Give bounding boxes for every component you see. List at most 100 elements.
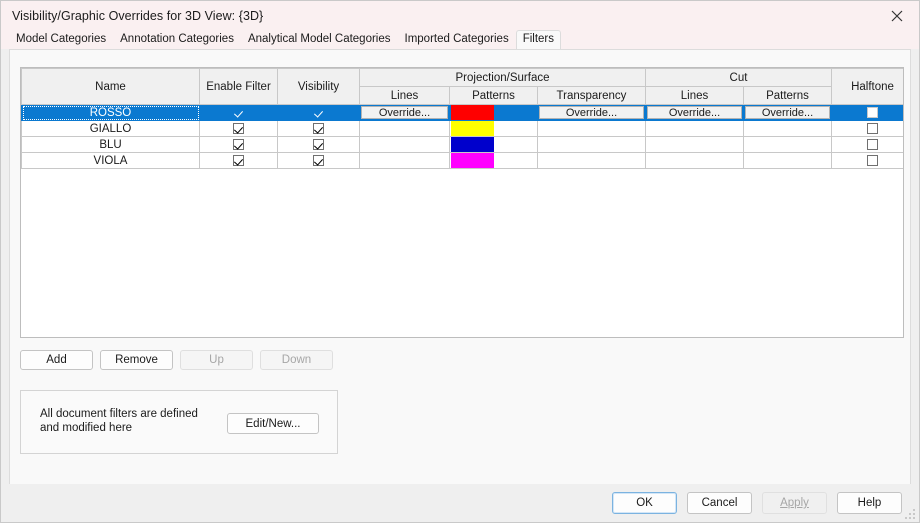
table-body: ROSSO Override... Override... Override... Ov… bbox=[21, 104, 903, 169]
tab-filters[interactable]: Filters bbox=[515, 30, 562, 49]
projection-lines-cell[interactable] bbox=[359, 136, 450, 153]
col-header-projection-transparency[interactable]: Transparency bbox=[537, 86, 646, 105]
projection-transparency-cell[interactable] bbox=[537, 152, 646, 169]
table-row[interactable]: GIALLO bbox=[21, 120, 903, 137]
projection-lines-override-button[interactable]: Override... bbox=[361, 106, 448, 119]
col-header-projection-patterns[interactable]: Patterns bbox=[449, 86, 538, 105]
ok-button[interactable]: OK bbox=[612, 492, 677, 514]
enable-filter-cell[interactable] bbox=[199, 152, 278, 169]
down-button[interactable]: Down bbox=[260, 350, 333, 370]
tab-annotation-categories[interactable]: Annotation Categories bbox=[113, 30, 241, 49]
projection-transparency-cell[interactable]: Override... bbox=[537, 104, 646, 121]
projection-transparency-override-button[interactable]: Override... bbox=[539, 106, 644, 119]
halftone-cell[interactable] bbox=[831, 120, 903, 137]
filters-table-container: Name Enable Filter Visibility Projection… bbox=[20, 67, 904, 338]
col-header-cut-lines[interactable]: Lines bbox=[645, 86, 744, 105]
col-header-projection-lines[interactable]: Lines bbox=[359, 86, 450, 105]
col-header-halftone[interactable]: Halftone bbox=[831, 68, 903, 105]
enable-filter-checkbox[interactable] bbox=[233, 154, 244, 166]
table-row[interactable]: ROSSO Override... Override... Override... Ov… bbox=[21, 104, 903, 121]
halftone-checkbox[interactable] bbox=[867, 154, 878, 166]
halftone-checkbox[interactable] bbox=[867, 122, 878, 134]
projection-transparency-cell[interactable] bbox=[537, 120, 646, 137]
dialog-footer: OK Cancel Apply Help bbox=[1, 484, 919, 522]
tab-strip: Model Categories Annotation Categories A… bbox=[1, 30, 919, 49]
projection-lines-cell[interactable]: Override... bbox=[359, 104, 450, 121]
cut-patterns-cell[interactable]: Override... bbox=[743, 104, 832, 121]
halftone-checkbox[interactable] bbox=[867, 106, 878, 118]
tab-imported-categories[interactable]: Imported Categories bbox=[398, 30, 516, 49]
up-button[interactable]: Up bbox=[180, 350, 253, 370]
projection-patterns-cell[interactable] bbox=[449, 120, 538, 137]
visibility-cell[interactable] bbox=[277, 152, 360, 169]
close-icon[interactable] bbox=[875, 1, 919, 30]
tab-model-categories[interactable]: Model Categories bbox=[9, 30, 113, 49]
document-filters-info-text: All document filters are defined and mod… bbox=[40, 408, 198, 434]
filter-list-actions: Add Remove Up Down bbox=[20, 350, 333, 370]
visibility-cell[interactable] bbox=[277, 136, 360, 153]
filters-panel: Name Enable Filter Visibility Projection… bbox=[9, 49, 911, 484]
cancel-button[interactable]: Cancel bbox=[687, 492, 752, 514]
cut-patterns-override-button[interactable]: Override... bbox=[745, 106, 830, 119]
apply-button[interactable]: Apply bbox=[762, 492, 827, 514]
table-row[interactable]: VIOLA bbox=[21, 152, 903, 169]
projection-pattern-color-swatch[interactable] bbox=[451, 153, 494, 168]
halftone-checkbox[interactable] bbox=[867, 138, 878, 150]
projection-pattern-color-swatch[interactable] bbox=[451, 105, 494, 120]
col-header-enable-filter[interactable]: Enable Filter bbox=[199, 68, 278, 105]
projection-patterns-cell[interactable] bbox=[449, 104, 538, 121]
projection-pattern-color-swatch[interactable] bbox=[451, 121, 494, 136]
projection-lines-cell[interactable] bbox=[359, 152, 450, 169]
filter-name-cell[interactable]: VIOLA bbox=[21, 152, 200, 169]
halftone-cell[interactable] bbox=[831, 152, 903, 169]
tab-analytical-model-categories[interactable]: Analytical Model Categories bbox=[241, 30, 398, 49]
halftone-cell[interactable] bbox=[831, 104, 903, 121]
dialog-title: Visibility/Graphic Overrides for 3D View… bbox=[12, 8, 264, 23]
col-header-cut: Cut bbox=[645, 68, 832, 87]
col-header-name[interactable]: Name bbox=[21, 68, 200, 105]
title-bar: Visibility/Graphic Overrides for 3D View… bbox=[1, 1, 919, 30]
projection-patterns-cell[interactable] bbox=[449, 152, 538, 169]
filter-name-cell[interactable]: ROSSO bbox=[21, 104, 200, 121]
cut-patterns-cell[interactable] bbox=[743, 120, 832, 137]
remove-button[interactable]: Remove bbox=[100, 350, 173, 370]
table-header-row-top: Name Enable Filter Visibility Projection… bbox=[21, 68, 903, 105]
filter-name-cell[interactable]: GIALLO bbox=[21, 120, 200, 137]
projection-transparency-cell[interactable] bbox=[537, 136, 646, 153]
col-header-projection-surface: Projection/Surface bbox=[359, 68, 646, 87]
filters-table: Name Enable Filter Visibility Projection… bbox=[21, 68, 903, 169]
cut-lines-cell[interactable] bbox=[645, 152, 744, 169]
table-header: Name Enable Filter Visibility Projection… bbox=[21, 68, 903, 105]
enable-filter-cell[interactable] bbox=[199, 120, 278, 137]
projection-patterns-cell[interactable] bbox=[449, 136, 538, 153]
apply-button-label: Apply bbox=[780, 497, 809, 509]
projection-pattern-color-swatch[interactable] bbox=[451, 137, 494, 152]
resize-grip-icon[interactable] bbox=[904, 508, 916, 520]
projection-lines-cell[interactable] bbox=[359, 120, 450, 137]
enable-filter-cell[interactable] bbox=[199, 104, 278, 121]
filter-name-cell[interactable]: BLU bbox=[21, 136, 200, 153]
visibility-checkbox[interactable] bbox=[313, 106, 324, 118]
cut-lines-cell[interactable] bbox=[645, 136, 744, 153]
enable-filter-checkbox[interactable] bbox=[233, 138, 244, 150]
cut-lines-cell[interactable] bbox=[645, 120, 744, 137]
enable-filter-checkbox[interactable] bbox=[233, 122, 244, 134]
visibility-checkbox[interactable] bbox=[313, 138, 324, 150]
edit-new-button[interactable]: Edit/New... bbox=[227, 413, 319, 434]
add-button[interactable]: Add bbox=[20, 350, 93, 370]
visibility-checkbox[interactable] bbox=[313, 122, 324, 134]
cut-lines-cell[interactable]: Override... bbox=[645, 104, 744, 121]
cut-patterns-cell[interactable] bbox=[743, 152, 832, 169]
col-header-visibility[interactable]: Visibility bbox=[277, 68, 360, 105]
enable-filter-cell[interactable] bbox=[199, 136, 278, 153]
visibility-cell[interactable] bbox=[277, 120, 360, 137]
cut-patterns-cell[interactable] bbox=[743, 136, 832, 153]
col-header-cut-patterns[interactable]: Patterns bbox=[743, 86, 832, 105]
visibility-checkbox[interactable] bbox=[313, 154, 324, 166]
cut-lines-override-button[interactable]: Override... bbox=[647, 106, 742, 119]
visibility-cell[interactable] bbox=[277, 104, 360, 121]
table-row[interactable]: BLU bbox=[21, 136, 903, 153]
help-button[interactable]: Help bbox=[837, 492, 902, 514]
halftone-cell[interactable] bbox=[831, 136, 903, 153]
enable-filter-checkbox[interactable] bbox=[233, 106, 244, 118]
